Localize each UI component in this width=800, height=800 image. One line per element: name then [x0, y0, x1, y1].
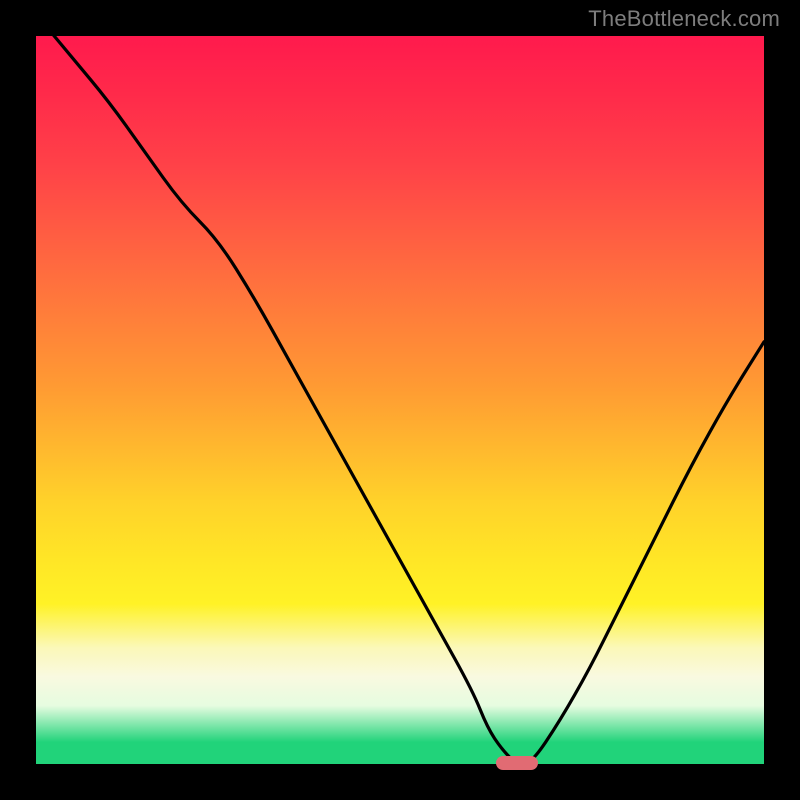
chart-frame: TheBottleneck.com: [0, 0, 800, 800]
optimum-marker: [496, 756, 538, 770]
curve-path: [36, 14, 764, 764]
bottleneck-curve: [36, 36, 764, 764]
watermark-text: TheBottleneck.com: [588, 6, 780, 32]
plot-area: [36, 36, 764, 764]
